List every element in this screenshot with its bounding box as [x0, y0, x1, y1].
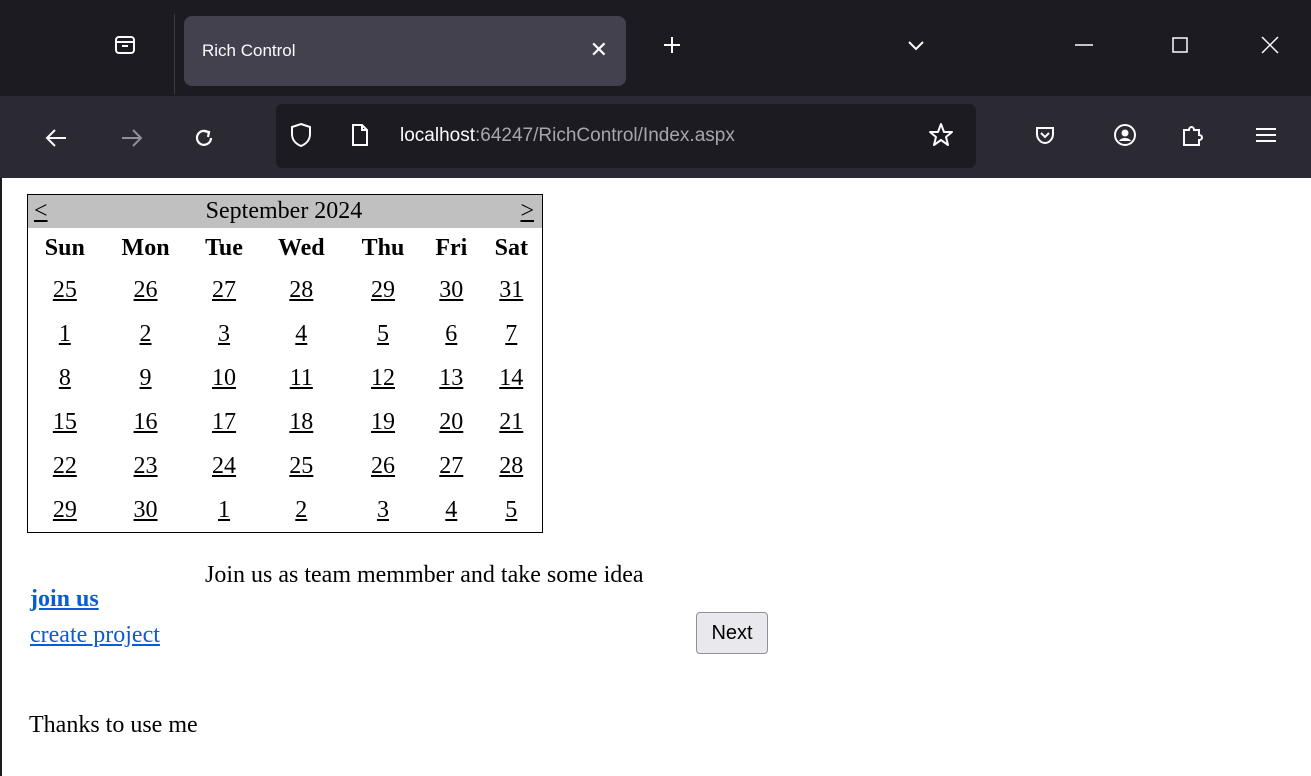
- calendar-day-link[interactable]: 25: [289, 453, 313, 479]
- calendar-day-link[interactable]: 14: [499, 365, 523, 391]
- calendar-day-headers: Sun Mon Tue Wed Thu Fri Sat: [28, 228, 543, 268]
- calendar-day-link[interactable]: 21: [499, 409, 523, 435]
- back-arrow-icon[interactable]: [34, 116, 78, 160]
- calendar-day-link[interactable]: 27: [212, 277, 236, 303]
- calendar-week: 22 23 24 25 26 27 28: [28, 444, 543, 488]
- calendar-day-link[interactable]: 2: [140, 321, 152, 347]
- calendar-day-link[interactable]: 28: [289, 277, 313, 303]
- calendar-week: 1 2 3 4 5 6 7: [28, 312, 543, 356]
- calendar: < September 2024 > Sun Mon Tue Wed Thu F…: [27, 194, 543, 533]
- calendar-day-link[interactable]: 4: [295, 321, 307, 347]
- extensions-icon[interactable]: [1180, 122, 1204, 153]
- calendar-day-link[interactable]: 3: [218, 321, 230, 347]
- calendar-day-link[interactable]: 15: [53, 409, 77, 435]
- thanks-text: Thanks to use me: [29, 712, 198, 738]
- calendar-day-link[interactable]: 8: [59, 365, 71, 391]
- maximize-icon[interactable]: [1155, 22, 1205, 68]
- next-month-link[interactable]: >: [520, 198, 534, 225]
- day-header: Wed: [277, 234, 325, 261]
- calendar-week: 15 16 17 18 19 20 21: [28, 400, 543, 444]
- calendar-day-link[interactable]: 24: [212, 453, 236, 479]
- minimize-icon[interactable]: [1059, 22, 1109, 68]
- calendar-week: 8 9 10 11 12 13 14: [28, 356, 543, 400]
- prev-month-link[interactable]: <: [34, 198, 48, 225]
- calendar-week: 29 30 1 2 3 4 5: [28, 488, 543, 533]
- calendar-day-link[interactable]: 17: [212, 409, 236, 435]
- calendar-day-link[interactable]: 10: [212, 365, 236, 391]
- calendar-day-link[interactable]: 29: [53, 497, 77, 523]
- day-header: Mon: [121, 234, 170, 261]
- browser-tab[interactable]: Rich Control ✕: [184, 16, 626, 86]
- calendar-day-link[interactable]: 1: [59, 321, 71, 347]
- calendar-day-link[interactable]: 4: [445, 497, 457, 523]
- calendar-day-link[interactable]: 13: [439, 365, 463, 391]
- page-icon[interactable]: [350, 123, 370, 152]
- browser-titlebar: Rich Control ✕: [0, 0, 1311, 96]
- next-button[interactable]: Next: [696, 612, 768, 654]
- calendar-day-link[interactable]: 31: [499, 277, 523, 303]
- firefox-view-icon[interactable]: [104, 22, 146, 68]
- day-header: Thu: [361, 234, 405, 261]
- day-header: Sat: [494, 234, 528, 261]
- pocket-icon[interactable]: [1034, 124, 1056, 151]
- calendar-day-link[interactable]: 30: [134, 497, 158, 523]
- calendar-day-link[interactable]: 5: [505, 497, 517, 523]
- calendar-day-link[interactable]: 11: [290, 365, 313, 391]
- forward-arrow-icon[interactable]: [110, 116, 154, 160]
- calendar-day-link[interactable]: 23: [134, 453, 158, 479]
- calendar-day-link[interactable]: 27: [439, 453, 463, 479]
- calendar-day-link[interactable]: 5: [377, 321, 389, 347]
- url-text[interactable]: localhost:64247/RichControl/Index.aspx: [400, 104, 735, 168]
- url-path: :64247/RichControl/Index.aspx: [475, 125, 735, 146]
- tab-close-icon[interactable]: ✕: [590, 16, 608, 86]
- tab-title: Rich Control: [202, 41, 296, 60]
- new-tab-icon[interactable]: [652, 22, 692, 68]
- page-content: < September 2024 > Sun Mon Tue Wed Thu F…: [0, 178, 1311, 776]
- calendar-day-link[interactable]: 26: [134, 277, 158, 303]
- calendar-day-link[interactable]: 9: [140, 365, 152, 391]
- reload-icon[interactable]: [182, 116, 226, 160]
- day-header: Fri: [435, 234, 468, 261]
- calendar-day-link[interactable]: 28: [499, 453, 523, 479]
- calendar-day-link[interactable]: 30: [439, 277, 463, 303]
- calendar-day-link[interactable]: 3: [377, 497, 389, 523]
- calendar-day-link[interactable]: 16: [134, 409, 158, 435]
- calendar-week: 25 26 27 28 29 30 31: [28, 268, 543, 312]
- close-window-icon[interactable]: [1245, 22, 1295, 68]
- account-icon[interactable]: [1113, 123, 1137, 152]
- day-header: Tue: [205, 234, 243, 261]
- calendar-day-link[interactable]: 19: [371, 409, 395, 435]
- calendar-month-title: September 2024: [205, 198, 363, 224]
- join-description: Join us as team memmber and take some id…: [205, 562, 644, 588]
- calendar-day-link[interactable]: 7: [505, 321, 517, 347]
- day-header: Sun: [44, 234, 85, 261]
- calendar-day-link[interactable]: 1: [218, 497, 230, 523]
- calendar-day-link[interactable]: 26: [371, 453, 395, 479]
- calendar-day-link[interactable]: 6: [445, 321, 457, 347]
- shield-icon[interactable]: [290, 122, 312, 153]
- menu-icon[interactable]: [1256, 127, 1276, 148]
- calendar-day-link[interactable]: 2: [295, 497, 307, 523]
- calendar-day-link[interactable]: 22: [53, 453, 77, 479]
- calendar-day-link[interactable]: 29: [371, 277, 395, 303]
- join-us-link[interactable]: join us: [30, 586, 99, 613]
- tab-separator: [174, 14, 175, 94]
- calendar-title-row: < September 2024 >: [27, 194, 543, 228]
- bookmark-star-icon[interactable]: [928, 122, 954, 153]
- calendar-day-link[interactable]: 20: [439, 409, 463, 435]
- create-project-link[interactable]: create project: [30, 622, 160, 649]
- calendar-day-link[interactable]: 18: [289, 409, 313, 435]
- calendar-day-link[interactable]: 12: [371, 365, 395, 391]
- calendar-day-link[interactable]: 25: [53, 277, 77, 303]
- url-host: localhost: [400, 125, 475, 146]
- chevron-down-icon[interactable]: [896, 26, 936, 66]
